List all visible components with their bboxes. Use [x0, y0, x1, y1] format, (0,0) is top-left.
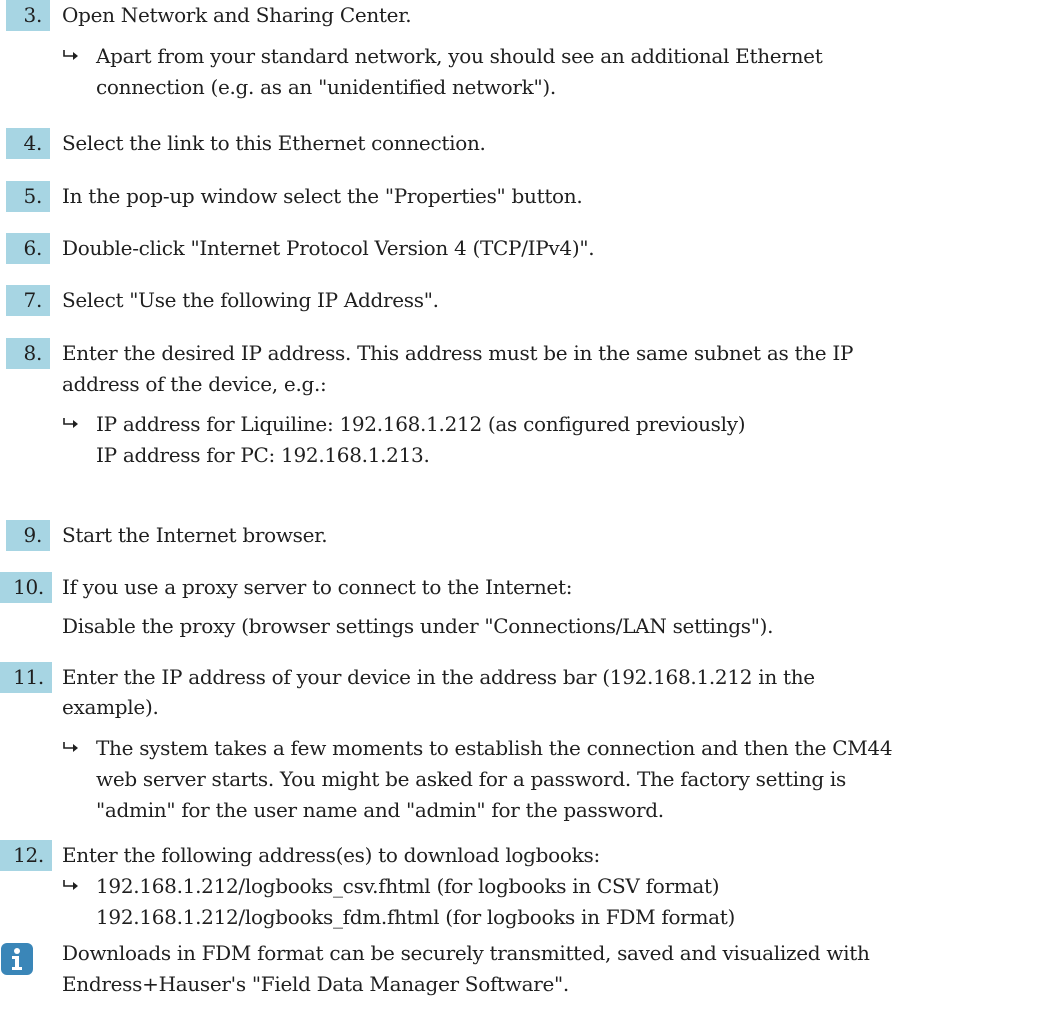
step-5: 5. In the pop-up window select the "Prop…	[0, 181, 583, 212]
step-text: Select "Use the following IP Address".	[62, 288, 439, 312]
step-number: 8.	[6, 338, 50, 369]
step-text-continued: example).	[62, 695, 159, 719]
step-11-result: The system takes a few moments to establ…	[62, 733, 893, 826]
step-text: Enter the following address(es) to downl…	[62, 843, 600, 867]
step-number: 7.	[6, 285, 50, 316]
step-8: 8. Enter the desired IP address. This ad…	[0, 338, 853, 369]
step-4: 4. Select the link to this Ethernet conn…	[0, 128, 486, 159]
result-arrow-icon	[63, 880, 78, 890]
step-6: 6. Double-click "Internet Protocol Versi…	[0, 233, 595, 264]
result-line: IP address for PC: 192.168.1.213.	[96, 443, 430, 467]
result-line: Apart from your standard network, you sh…	[96, 44, 823, 68]
info-icon	[1, 943, 33, 975]
note-line: Endress+Hauser's "Field Data Manager Sof…	[62, 972, 569, 996]
step-12: 12. Enter the following address(es) to d…	[0, 840, 600, 871]
step-text: Start the Internet browser.	[62, 523, 328, 547]
step-8-result: IP address for Liquiline: 192.168.1.212 …	[62, 409, 746, 471]
step-number: 12.	[0, 840, 52, 871]
step-text: Open Network and Sharing Center.	[62, 3, 412, 27]
step-3: 3. Open Network and Sharing Center.	[0, 0, 412, 31]
result-arrow-icon	[63, 418, 78, 428]
step-number: 10.	[0, 572, 52, 603]
step-text-continued: address of the device, e.g.:	[62, 372, 327, 396]
result-arrow-icon	[63, 50, 78, 60]
step-number: 11.	[0, 662, 52, 693]
note-text: Downloads in FDM format can be securely …	[62, 938, 870, 1000]
result-line: 192.168.1.212/logbooks_csv.fhtml (for lo…	[96, 874, 720, 898]
step-text: In the pop-up window select the "Propert…	[62, 184, 583, 208]
step-text: Double-click "Internet Protocol Version …	[62, 236, 595, 260]
document-page: 3. Open Network and Sharing Center. Apar…	[0, 0, 1039, 1017]
step-text: Select the link to this Ethernet connect…	[62, 131, 486, 155]
result-line: connection (e.g. as an "unidentified net…	[96, 75, 556, 99]
result-arrow-icon	[63, 742, 78, 752]
step-9: 9. Start the Internet browser.	[0, 520, 328, 551]
result-line: "admin" for the user name and "admin" fo…	[96, 798, 664, 822]
result-line: 192.168.1.212/logbooks_fdm.fhtml (for lo…	[96, 905, 735, 929]
step-3-result: Apart from your standard network, you sh…	[62, 41, 823, 103]
step-11: 11. Enter the IP address of your device …	[0, 662, 815, 693]
step-12-result: 192.168.1.212/logbooks_csv.fhtml (for lo…	[62, 871, 735, 933]
step-number: 3.	[6, 0, 50, 31]
step-text: Enter the desired IP address. This addre…	[62, 341, 854, 365]
step-text-continued: Disable the proxy (browser settings unde…	[62, 614, 774, 638]
result-line: IP address for Liquiline: 192.168.1.212 …	[96, 412, 746, 436]
step-10: 10. If you use a proxy server to connect…	[0, 572, 572, 603]
result-line: web server starts. You might be asked fo…	[96, 767, 846, 791]
note-line: Downloads in FDM format can be securely …	[62, 941, 870, 965]
step-number: 9.	[6, 520, 50, 551]
step-7: 7. Select "Use the following IP Address"…	[0, 285, 439, 316]
result-line: The system takes a few moments to establ…	[96, 736, 893, 760]
step-number: 6.	[6, 233, 50, 264]
step-text: If you use a proxy server to connect to …	[62, 575, 573, 599]
step-text: Enter the IP address of your device in t…	[62, 665, 815, 689]
step-number: 5.	[6, 181, 50, 212]
step-number: 4.	[6, 128, 50, 159]
